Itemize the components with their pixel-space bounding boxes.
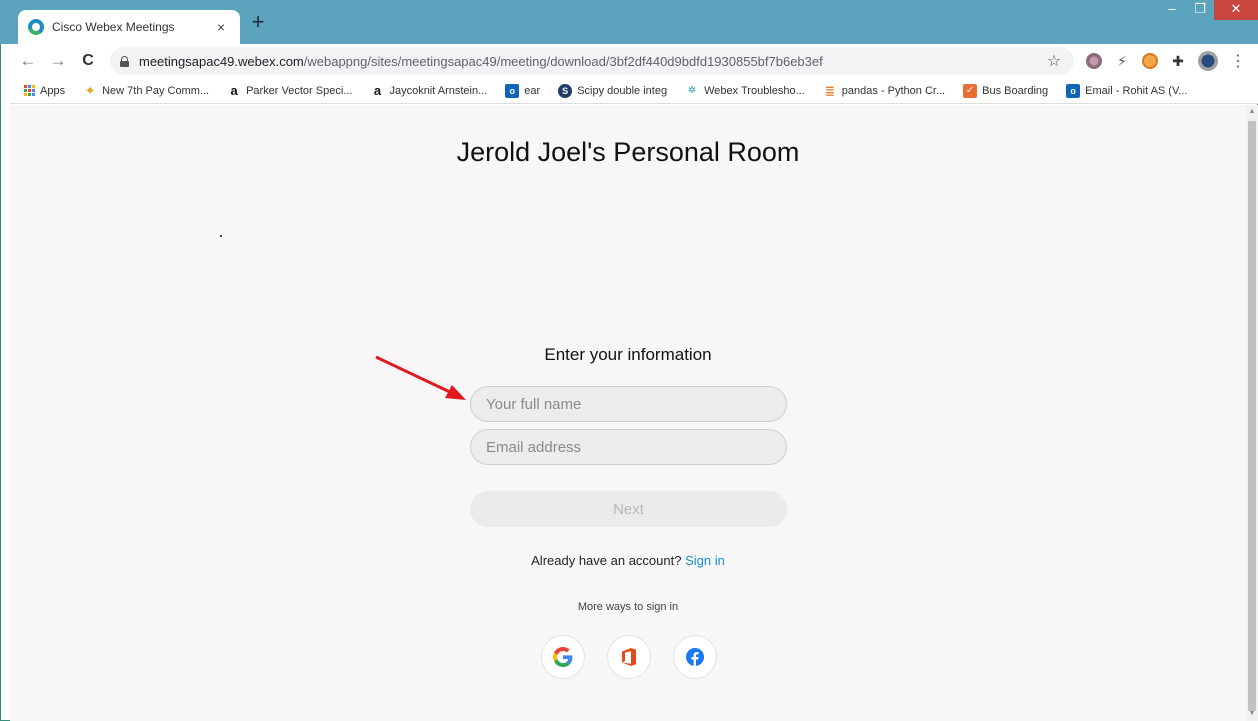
bookmark-apps[interactable]: Apps <box>24 85 65 97</box>
page-scrollbar[interactable]: ▲ ▼ <box>1246 105 1258 721</box>
minimize-button[interactable]: – <box>1158 0 1186 20</box>
new-tab-button[interactable]: + <box>248 11 268 34</box>
bookmark-webex-troubleshoot[interactable]: ✲ Webex Troublesho... <box>685 84 805 98</box>
outlook-icon: o <box>505 83 520 98</box>
browser-toolbar: ← → C meetingsapac49.webex.com/webappng/… <box>10 44 1258 78</box>
back-button[interactable]: ← <box>16 49 40 73</box>
webex-join-page: Jerold Joel's Personal Room Enter your i… <box>10 105 1246 721</box>
bookmark-email-rohit[interactable]: o Email - Rohit AS (V... <box>1066 83 1188 98</box>
outlook-icon: o <box>1066 83 1081 98</box>
bookmark-ear[interactable]: o ear <box>505 83 541 98</box>
bookmark-label: Scipy double integ <box>577 84 668 97</box>
scroll-thumb[interactable] <box>1248 121 1256 711</box>
browser-menu-icon[interactable]: ⋮ <box>1230 51 1246 71</box>
scroll-up-icon[interactable]: ▲ <box>1248 108 1256 116</box>
facebook-icon <box>686 648 704 666</box>
lock-icon[interactable] <box>120 55 129 67</box>
extension-3-icon[interactable] <box>1142 53 1158 69</box>
forward-button[interactable]: → <box>46 49 70 73</box>
full-name-input[interactable] <box>470 386 787 422</box>
bookmark-scipy[interactable]: S Scipy double integ <box>558 83 668 98</box>
webex-icon: ✲ <box>687 85 697 96</box>
scroll-down-icon[interactable]: ▼ <box>1248 710 1256 718</box>
account-prompt: Already have an account? <box>531 553 682 568</box>
bookmarks-bar: Apps ✦ New 7th Pay Comm... a Parker Vect… <box>10 78 1258 104</box>
restore-button[interactable]: ❐ <box>1186 0 1214 20</box>
next-button[interactable]: Next <box>470 491 787 527</box>
sign-in-link[interactable]: Sign in <box>685 553 725 568</box>
reload-button[interactable]: C <box>76 49 100 73</box>
stackoverflow-icon: ≣ <box>824 83 835 98</box>
extension-2-icon[interactable]: ⚡ <box>1114 53 1130 69</box>
address-bar[interactable]: meetingsapac49.webex.com/webappng/sites/… <box>110 47 1074 75</box>
tab-close-icon[interactable]: × <box>212 19 230 35</box>
page-title: Jerold Joel's Personal Room <box>456 137 800 167</box>
bookmark-new-7th-pay[interactable]: ✦ New 7th Pay Comm... <box>83 82 210 98</box>
office-sign-in-button[interactable] <box>607 635 651 679</box>
bookmark-label: Parker Vector Speci... <box>246 84 353 97</box>
google-sign-in-button[interactable] <box>541 635 585 679</box>
email-input[interactable] <box>470 429 787 465</box>
extension-1-icon[interactable] <box>1086 53 1102 69</box>
bookmark-label: Email - Rohit AS (V... <box>1085 84 1188 97</box>
bookmark-label: pandas - Python Cr... <box>841 84 946 97</box>
facebook-sign-in-button[interactable] <box>673 635 717 679</box>
bookmark-jaycoknit[interactable]: a Jaycoknit Arnstein... <box>370 83 488 98</box>
more-ways-label: More ways to sign in <box>577 601 679 613</box>
bus-icon: ✓ <box>963 83 978 98</box>
bookmark-label: ear <box>524 84 541 97</box>
bookmark-label: Apps <box>40 84 66 97</box>
stray-dot <box>220 235 222 237</box>
amazon-icon: a <box>230 83 238 98</box>
extensions-puzzle-icon[interactable]: ✚ <box>1170 53 1186 69</box>
url-host: meetingsapac49.webex.com <box>139 53 304 69</box>
google-icon <box>553 647 573 667</box>
bookmark-bus-boarding[interactable]: ✓ Bus Boarding <box>963 83 1049 98</box>
bookmark-label: Jaycoknit Arnstein... <box>389 84 488 97</box>
form-heading: Enter your information <box>544 345 712 364</box>
tab-title: Cisco Webex Meetings <box>52 20 175 34</box>
webex-favicon-icon <box>28 19 44 35</box>
office-icon <box>622 648 636 666</box>
bookmark-pandas[interactable]: ≣ pandas - Python Cr... <box>823 84 945 98</box>
url-path: /webappng/sites/meetingsapac49/meeting/d… <box>303 53 823 69</box>
browser-titlebar: Cisco Webex Meetings × + – ❐ ✕ <box>0 0 1258 44</box>
bookmark-label: Bus Boarding <box>982 84 1049 97</box>
account-prompt-line: Already have an account? Sign in <box>10 553 1246 568</box>
new7-icon: ✦ <box>84 82 96 98</box>
window-controls: – ❐ ✕ <box>1158 0 1258 22</box>
amazon-icon: a <box>373 83 382 98</box>
profile-avatar-icon[interactable] <box>1198 51 1218 71</box>
extension-icons: ⚡ ✚ ⋮ <box>1086 51 1246 71</box>
bookmark-label: New 7th Pay Comm... <box>102 84 210 97</box>
apps-grid-icon <box>24 85 35 96</box>
browser-tab[interactable]: Cisco Webex Meetings × <box>18 10 240 44</box>
bookmark-label: Webex Troublesho... <box>704 84 805 97</box>
scipy-icon: S <box>558 83 573 98</box>
url-text[interactable]: meetingsapac49.webex.com/webappng/sites/… <box>139 54 1044 69</box>
close-window-button[interactable]: ✕ <box>1214 0 1258 20</box>
bookmark-parker-vector[interactable]: a Parker Vector Speci... <box>227 83 353 98</box>
bookmark-star-icon[interactable]: ☆ <box>1044 51 1064 71</box>
